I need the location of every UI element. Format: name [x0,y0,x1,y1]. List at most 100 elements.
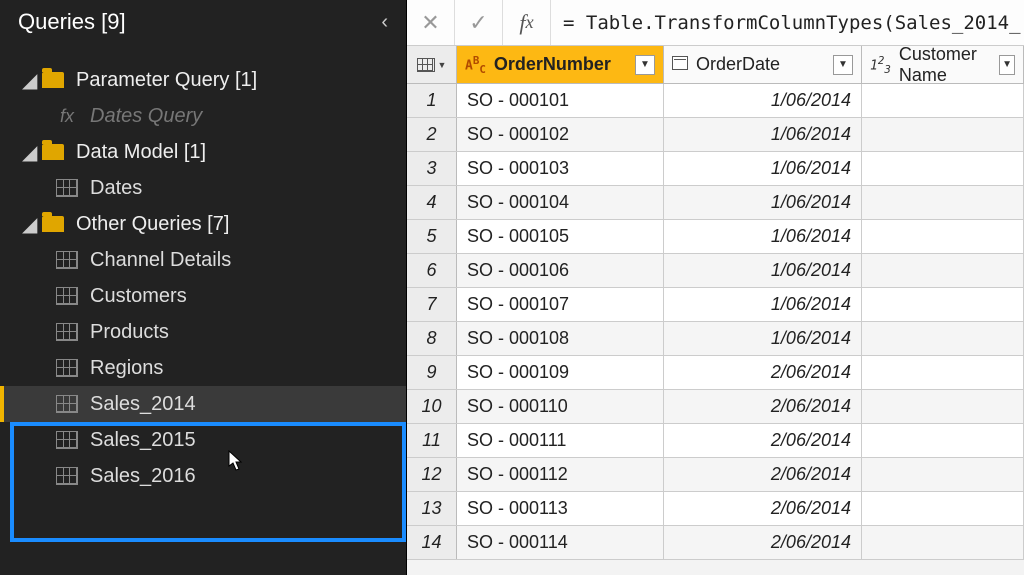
cell-customername[interactable] [862,492,1024,525]
table-row[interactable]: 11SO - 0001112/06/2014 [407,424,1024,458]
row-number[interactable]: 9 [407,356,457,389]
query-group[interactable]: ◢Parameter Query [1] [0,62,406,98]
cell-orderdate[interactable]: 1/06/2014 [664,152,862,185]
row-number[interactable]: 4 [407,186,457,219]
table-icon [56,431,78,449]
cell-customername[interactable] [862,390,1024,423]
query-item[interactable]: Dates [0,170,406,206]
row-number[interactable]: 1 [407,84,457,117]
cell-customername[interactable] [862,424,1024,457]
cell-customername[interactable] [862,458,1024,491]
cell-customername[interactable] [862,356,1024,389]
table-row[interactable]: 6SO - 0001061/06/2014 [407,254,1024,288]
row-number[interactable]: 13 [407,492,457,525]
cell-orderdate[interactable]: 2/06/2014 [664,424,862,457]
cell-orderdate[interactable]: 2/06/2014 [664,458,862,491]
table-row[interactable]: 8SO - 0001081/06/2014 [407,322,1024,356]
row-number[interactable]: 5 [407,220,457,253]
table-row[interactable]: 2SO - 0001021/06/2014 [407,118,1024,152]
cell-orderdate[interactable]: 2/06/2014 [664,356,862,389]
cell-customername[interactable] [862,152,1024,185]
column-header[interactable]: 123Customer Name▼ [862,46,1024,83]
cell-orderdate[interactable]: 2/06/2014 [664,492,862,525]
sidebar-title: Queries [9] [18,9,126,35]
row-number[interactable]: 6 [407,254,457,287]
row-number[interactable]: 10 [407,390,457,423]
query-item[interactable]: Channel Details [0,242,406,278]
cancel-formula-button[interactable]: ✕ [407,0,455,45]
cell-orderdate[interactable]: 2/06/2014 [664,526,862,559]
cell-ordernumber[interactable]: SO - 000110 [457,390,664,423]
cell-orderdate[interactable]: 1/06/2014 [664,322,862,355]
cell-customername[interactable] [862,118,1024,151]
cell-ordernumber[interactable]: SO - 000108 [457,322,664,355]
cell-ordernumber[interactable]: SO - 000111 [457,424,664,457]
cell-orderdate[interactable]: 2/06/2014 [664,390,862,423]
cell-orderdate[interactable]: 1/06/2014 [664,288,862,321]
table-row[interactable]: 7SO - 0001071/06/2014 [407,288,1024,322]
chevron-down-icon: ▼ [438,60,447,70]
table-row[interactable]: 4SO - 0001041/06/2014 [407,186,1024,220]
query-group[interactable]: ◢Data Model [1] [0,134,406,170]
query-item[interactable]: fxDates Query [0,98,406,134]
query-item[interactable]: Sales_2016 [0,458,406,494]
row-number[interactable]: 12 [407,458,457,491]
cell-ordernumber[interactable]: SO - 000112 [457,458,664,491]
table-row[interactable]: 3SO - 0001031/06/2014 [407,152,1024,186]
query-item[interactable]: Customers [0,278,406,314]
row-number[interactable]: 7 [407,288,457,321]
cell-ordernumber[interactable]: SO - 000109 [457,356,664,389]
table-row[interactable]: 13SO - 0001132/06/2014 [407,492,1024,526]
query-item[interactable]: Products [0,314,406,350]
cell-customername[interactable] [862,254,1024,287]
cell-ordernumber[interactable]: SO - 000104 [457,186,664,219]
cell-orderdate[interactable]: 1/06/2014 [664,220,862,253]
cell-ordernumber[interactable]: SO - 000106 [457,254,664,287]
table-row[interactable]: 9SO - 0001092/06/2014 [407,356,1024,390]
cell-orderdate[interactable]: 1/06/2014 [664,186,862,219]
cell-orderdate[interactable]: 1/06/2014 [664,118,862,151]
table-row[interactable]: 5SO - 0001051/06/2014 [407,220,1024,254]
table-row[interactable]: 12SO - 0001122/06/2014 [407,458,1024,492]
query-group[interactable]: ◢Other Queries [7] [0,206,406,242]
query-item[interactable]: Sales_2015 [0,422,406,458]
cell-ordernumber[interactable]: SO - 000105 [457,220,664,253]
cell-customername[interactable] [862,84,1024,117]
cell-ordernumber[interactable]: SO - 000102 [457,118,664,151]
fx-icon[interactable]: fx [503,0,551,45]
cell-customername[interactable] [862,186,1024,219]
column-header[interactable]: ABC OrderNumber ▼ [457,46,664,83]
row-number[interactable]: 11 [407,424,457,457]
row-number[interactable]: 3 [407,152,457,185]
cell-ordernumber[interactable]: SO - 000114 [457,526,664,559]
column-filter-button[interactable]: ▼ [999,55,1015,75]
cell-orderdate[interactable]: 1/06/2014 [664,84,862,117]
table-row[interactable]: 10SO - 0001102/06/2014 [407,390,1024,424]
cell-customername[interactable] [862,288,1024,321]
cell-orderdate[interactable]: 1/06/2014 [664,254,862,287]
formula-input[interactable]: = Table.TransformColumnTypes(Sales_2014_ [551,12,1024,34]
table-menu-button[interactable]: ▼ [407,46,457,83]
commit-formula-button[interactable]: ✓ [455,0,503,45]
cell-ordernumber[interactable]: SO - 000107 [457,288,664,321]
cell-customername[interactable] [862,220,1024,253]
collapse-sidebar-button[interactable]: ‹ [381,11,388,34]
row-number[interactable]: 8 [407,322,457,355]
column-label: OrderNumber [494,54,611,75]
row-number[interactable]: 2 [407,118,457,151]
cell-ordernumber[interactable]: SO - 000103 [457,152,664,185]
query-item[interactable]: Sales_2014 [0,386,406,422]
cell-ordernumber[interactable]: SO - 000113 [457,492,664,525]
query-item[interactable]: Regions [0,350,406,386]
text-type-icon: ABC [465,54,486,76]
table-row[interactable]: 14SO - 0001142/06/2014 [407,526,1024,560]
column-filter-button[interactable]: ▼ [833,55,853,75]
row-number[interactable]: 14 [407,526,457,559]
query-label: Regions [90,357,163,380]
cell-customername[interactable] [862,322,1024,355]
cell-ordernumber[interactable]: SO - 000101 [457,84,664,117]
column-filter-button[interactable]: ▼ [635,55,655,75]
table-row[interactable]: 1SO - 0001011/06/2014 [407,84,1024,118]
cell-customername[interactable] [862,526,1024,559]
column-header[interactable]: OrderDate▼ [664,46,862,83]
